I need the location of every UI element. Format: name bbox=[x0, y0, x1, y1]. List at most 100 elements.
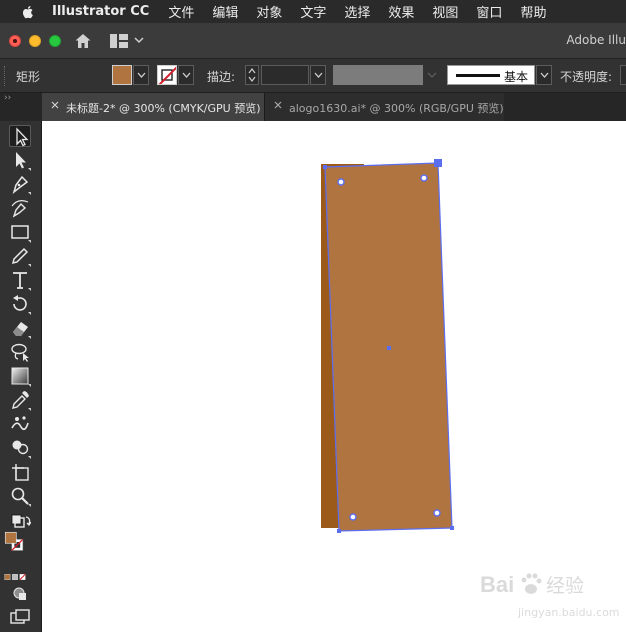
home-icon[interactable] bbox=[74, 32, 92, 50]
menu-view[interactable]: 视图 bbox=[432, 2, 458, 21]
blend-tool[interactable] bbox=[9, 413, 31, 435]
watermark-url: jingyan.baidu.com bbox=[518, 606, 620, 619]
lasso-icon bbox=[11, 343, 29, 362]
panel-grip[interactable] bbox=[4, 66, 7, 86]
default-colors-icon bbox=[11, 514, 32, 528]
color-mode-buttons[interactable] bbox=[4, 566, 36, 581]
opacity-label[interactable]: 不透明度: bbox=[560, 68, 612, 85]
stroke-weight-dropdown-button[interactable] bbox=[310, 65, 326, 85]
stroke-weight-input[interactable] bbox=[261, 65, 309, 85]
anchor-point-bottom-right[interactable] bbox=[450, 526, 454, 530]
window-title-bar: Adobe Illu bbox=[0, 23, 626, 59]
close-icon[interactable] bbox=[273, 100, 283, 110]
type-icon bbox=[13, 272, 31, 291]
bounding-box-handle-top-right[interactable] bbox=[434, 159, 442, 167]
eyedropper-tool[interactable] bbox=[9, 389, 31, 411]
brush-dropdown-button[interactable] bbox=[536, 65, 552, 85]
brush-definition-field[interactable]: 基本 bbox=[447, 65, 535, 85]
chevron-down-icon bbox=[182, 72, 191, 78]
eyedropper-icon bbox=[12, 391, 31, 411]
gradient-icon bbox=[11, 367, 31, 387]
pencil-tool[interactable] bbox=[9, 245, 31, 267]
lasso-tool[interactable] bbox=[9, 341, 31, 363]
stroke-color-swatch[interactable] bbox=[157, 65, 177, 85]
corner-widget-top-left[interactable] bbox=[337, 178, 345, 186]
pen-icon bbox=[12, 175, 31, 195]
menu-type[interactable]: 文字 bbox=[300, 2, 326, 21]
artwork[interactable] bbox=[42, 121, 626, 632]
zoom-window-button[interactable] bbox=[49, 35, 61, 47]
opacity-input[interactable] bbox=[620, 65, 626, 85]
anchor-point-top-left[interactable] bbox=[323, 165, 327, 169]
eraser-icon bbox=[13, 322, 31, 339]
stroke-label[interactable]: 描边: bbox=[207, 68, 235, 85]
app-name-menu[interactable]: Illustrator CC bbox=[52, 4, 149, 19]
chevron-down-icon bbox=[540, 72, 549, 78]
tab-document-alogo[interactable]: alogo1630.ai* @ 300% (RGB/GPU 预览) bbox=[264, 93, 504, 121]
gradient-tool[interactable] bbox=[9, 365, 31, 387]
pencil-icon bbox=[11, 247, 31, 267]
brush-name: 基本 bbox=[504, 70, 529, 84]
menu-effect[interactable]: 效果 bbox=[388, 2, 414, 21]
eraser-tool[interactable] bbox=[9, 317, 31, 339]
artboard-canvas[interactable] bbox=[42, 121, 626, 632]
no-stroke-icon bbox=[158, 66, 176, 84]
selection-tool[interactable] bbox=[9, 125, 31, 147]
curvature-pen-icon bbox=[11, 200, 29, 218]
menu-select[interactable]: 选择 bbox=[344, 2, 370, 21]
watermark-brand-tail: 经验 bbox=[546, 575, 584, 597]
menu-edit[interactable]: 编辑 bbox=[212, 2, 238, 21]
direct-selection-arrow-icon bbox=[16, 152, 31, 171]
rotate-icon bbox=[13, 295, 31, 315]
stroke-weight-stepper[interactable] bbox=[245, 65, 259, 85]
workspace-layout-icon[interactable] bbox=[110, 34, 128, 48]
chevron-down-icon bbox=[314, 72, 323, 78]
direct-selection-tool[interactable] bbox=[9, 149, 31, 171]
tab-label: alogo1630.ai* @ 300% (RGB/GPU 预览) bbox=[289, 102, 504, 115]
fill-stroke-control[interactable] bbox=[4, 531, 38, 565]
zoom-tool[interactable] bbox=[9, 485, 31, 507]
artboard-tool[interactable] bbox=[9, 461, 31, 483]
corner-widget-bottom-right[interactable] bbox=[433, 509, 441, 517]
close-icon[interactable] bbox=[50, 100, 60, 110]
default-fill-stroke-button[interactable] bbox=[9, 511, 32, 533]
tab-document-untitled[interactable]: 未标题-2* @ 300% (CMYK/GPU 预览) bbox=[42, 93, 264, 121]
corner-widget-bottom-left[interactable] bbox=[349, 513, 357, 521]
menu-window[interactable]: 窗口 bbox=[476, 2, 502, 21]
close-window-button[interactable] bbox=[9, 35, 21, 47]
rectangle-tool[interactable] bbox=[9, 221, 31, 243]
type-tool[interactable] bbox=[9, 269, 31, 291]
minimize-window-button[interactable] bbox=[29, 35, 41, 47]
menu-help[interactable]: 帮助 bbox=[520, 2, 546, 21]
variable-width-profile[interactable] bbox=[333, 65, 423, 85]
document-tab-strip: ›› 未标题-2* @ 300% (CMYK/GPU 预览) alogo1630… bbox=[0, 93, 626, 121]
rotate-tool[interactable] bbox=[9, 293, 31, 315]
apple-icon[interactable] bbox=[20, 4, 36, 20]
draw-mode-button[interactable] bbox=[9, 583, 31, 605]
fill-dropdown-button[interactable] bbox=[133, 65, 149, 85]
menu-file[interactable]: 文件 bbox=[168, 2, 194, 21]
zoom-icon bbox=[11, 487, 31, 507]
center-point bbox=[387, 346, 391, 350]
tab-label: 未标题-2* @ 300% (CMYK/GPU 预览) bbox=[66, 102, 261, 115]
curvature-tool[interactable] bbox=[9, 197, 31, 219]
pen-tool[interactable] bbox=[9, 173, 31, 195]
watermark-brand: Bai bbox=[480, 572, 514, 597]
screen-mode-icon bbox=[10, 609, 30, 624]
menu-object[interactable]: 对象 bbox=[256, 2, 282, 21]
shape-builder-tool[interactable] bbox=[9, 437, 31, 459]
stroke-dropdown-button[interactable] bbox=[178, 65, 194, 85]
control-bar: 矩形 描边: 基本 不透明度: bbox=[0, 59, 626, 93]
chevron-down-icon[interactable] bbox=[134, 36, 144, 44]
brush-preview bbox=[456, 74, 500, 77]
variable-width-dropdown-button[interactable] bbox=[424, 65, 440, 85]
screen-mode-button[interactable] bbox=[9, 606, 31, 628]
fill-color-swatch[interactable] bbox=[112, 65, 132, 85]
chevron-down-icon bbox=[427, 72, 437, 78]
corner-widget-top-right[interactable] bbox=[420, 174, 428, 182]
anchor-point-bottom-left[interactable] bbox=[337, 529, 341, 533]
baidu-watermark: Bai 经验 jingyan.baidu.com bbox=[476, 566, 626, 626]
tools-panel bbox=[0, 121, 42, 632]
collapse-panels-icon[interactable]: ›› bbox=[4, 93, 11, 103]
toolbar-fill-swatch bbox=[4, 531, 17, 544]
